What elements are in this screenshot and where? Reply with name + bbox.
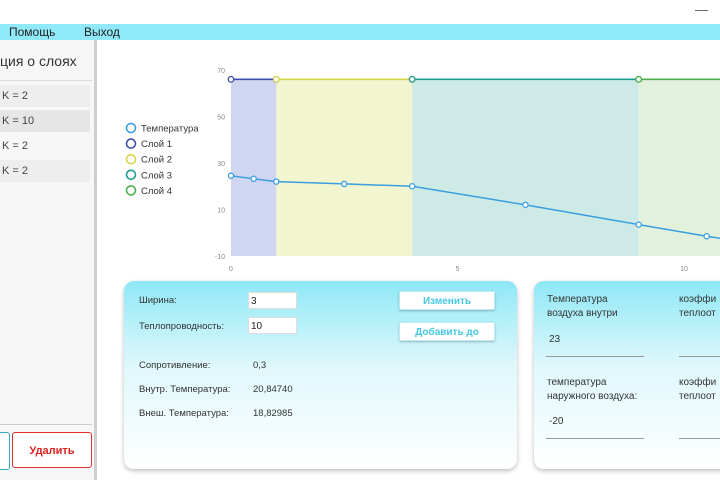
inside-air-label-line: воздуха внутри	[547, 308, 618, 319]
resistance-value: 0,3	[253, 360, 267, 371]
temperature-point	[703, 232, 710, 240]
temperature-point	[250, 175, 257, 183]
outside-air-label-line: температура	[547, 377, 607, 388]
conductivity-label: Теплопроводность:	[139, 321, 225, 332]
width-label: Ширина:	[139, 295, 177, 306]
outside-air-temperature-value[interactable]: -20	[549, 416, 563, 427]
x-tick-label: 5	[456, 266, 460, 272]
outside-air-underline	[546, 438, 644, 439]
delete-layer-button[interactable]: Удалить	[12, 432, 92, 468]
x-tick-label: 0	[229, 266, 233, 272]
layer-point	[272, 75, 280, 83]
layer-area	[638, 79, 720, 256]
legend-marker	[125, 153, 137, 165]
legend-label: Слой 4	[141, 186, 172, 197]
inside-air-temperature-label: Температура воздуха внутри	[547, 293, 618, 321]
air-parameters-panel: Температура воздуха внутри 23 коэффи теп…	[534, 281, 720, 469]
legend-marker	[125, 169, 137, 181]
sidebar-divider	[0, 424, 92, 425]
layer-point	[227, 75, 235, 83]
legend-marker	[125, 138, 137, 149]
layer-area	[276, 79, 413, 256]
add-before-button[interactable]: Добавить до	[399, 322, 495, 341]
title-bar: —	[0, 0, 720, 24]
coefficient-underline	[679, 356, 720, 357]
outside-air-temperature-label: температура наружного воздуха:	[547, 376, 637, 404]
minimize-button[interactable]: —	[695, 2, 708, 17]
inside-air-label-line: Температура	[547, 294, 608, 305]
legend-marker	[125, 185, 137, 196]
temperature-point	[635, 221, 642, 228]
coefficient-label-2: коэффи теплоот	[679, 376, 716, 404]
resistance-label: Сопротивление:	[139, 360, 211, 371]
temperature-point	[273, 178, 280, 185]
outer-temperature-label: Внеш. Температура:	[139, 408, 229, 419]
inner-temperature-label: Внутр. Температура:	[139, 384, 231, 395]
width-input[interactable]: 3	[248, 292, 297, 309]
menu-exit[interactable]: Выход	[84, 24, 120, 40]
legend-label: Температура	[141, 124, 199, 135]
menu-help[interactable]: Помощь	[9, 24, 55, 40]
coefficient-label-line: теплоот	[679, 391, 716, 402]
temperature-point	[408, 182, 416, 190]
layer-point	[635, 75, 643, 83]
conductivity-input[interactable]: 10	[248, 317, 297, 334]
temperature-point	[522, 201, 529, 209]
temperature-point	[340, 180, 348, 188]
layer-point	[408, 75, 416, 83]
layer-properties-panel: Ширина: 3 Теплопроводность: 10 Изменить …	[124, 281, 517, 469]
layer-list-item[interactable]: K = 2	[0, 135, 90, 157]
legend-marker	[125, 122, 137, 134]
layer-area	[231, 79, 277, 256]
layers-sidebar: ция о слоях K = 2 K = 10 K = 2 K = 2 Уда…	[0, 40, 97, 480]
y-tick-label: 70	[217, 68, 225, 75]
coefficient-label-line: коэффи	[679, 377, 717, 388]
add-layer-button[interactable]	[0, 432, 10, 470]
sidebar-divider	[0, 80, 92, 81]
sidebar-title: ция о слоях	[0, 53, 77, 69]
y-tick-label: 10	[217, 208, 225, 215]
layer-area	[412, 79, 639, 256]
inside-air-underline	[546, 356, 644, 357]
change-button[interactable]: Изменить	[399, 291, 495, 310]
coefficient-label-line: коэффи	[679, 294, 717, 305]
inside-air-temperature-value[interactable]: 23	[549, 334, 560, 345]
legend-label: Слой 2	[141, 155, 172, 166]
temperature-chart: 70 50 30 10 -10 0 5 10 Температура Слой 1 Слой 2 Сл…	[125, 68, 720, 272]
layer-list-item[interactable]: K = 10	[0, 110, 90, 132]
legend-label: Слой 1	[141, 139, 172, 150]
y-tick-label: 30	[217, 161, 225, 168]
layer-list-item[interactable]: K = 2	[0, 160, 90, 182]
x-tick-label: 10	[680, 266, 688, 272]
coefficient-label-line: теплоот	[679, 308, 716, 319]
legend-label: Слой 3	[141, 170, 172, 181]
coefficient-underline	[679, 438, 720, 439]
menu-bar: Помощь Выход	[0, 24, 720, 40]
y-tick-label: -10	[215, 254, 225, 261]
y-tick-label: 50	[217, 115, 225, 122]
temperature-point	[227, 172, 235, 180]
inner-temperature-value: 20,84740	[253, 384, 293, 395]
coefficient-label-1: коэффи теплоот	[679, 293, 716, 321]
outer-temperature-value: 18,82985	[253, 408, 293, 419]
outside-air-label-line: наружного воздуха:	[547, 391, 638, 402]
layer-list-item[interactable]: K = 2	[0, 85, 90, 107]
